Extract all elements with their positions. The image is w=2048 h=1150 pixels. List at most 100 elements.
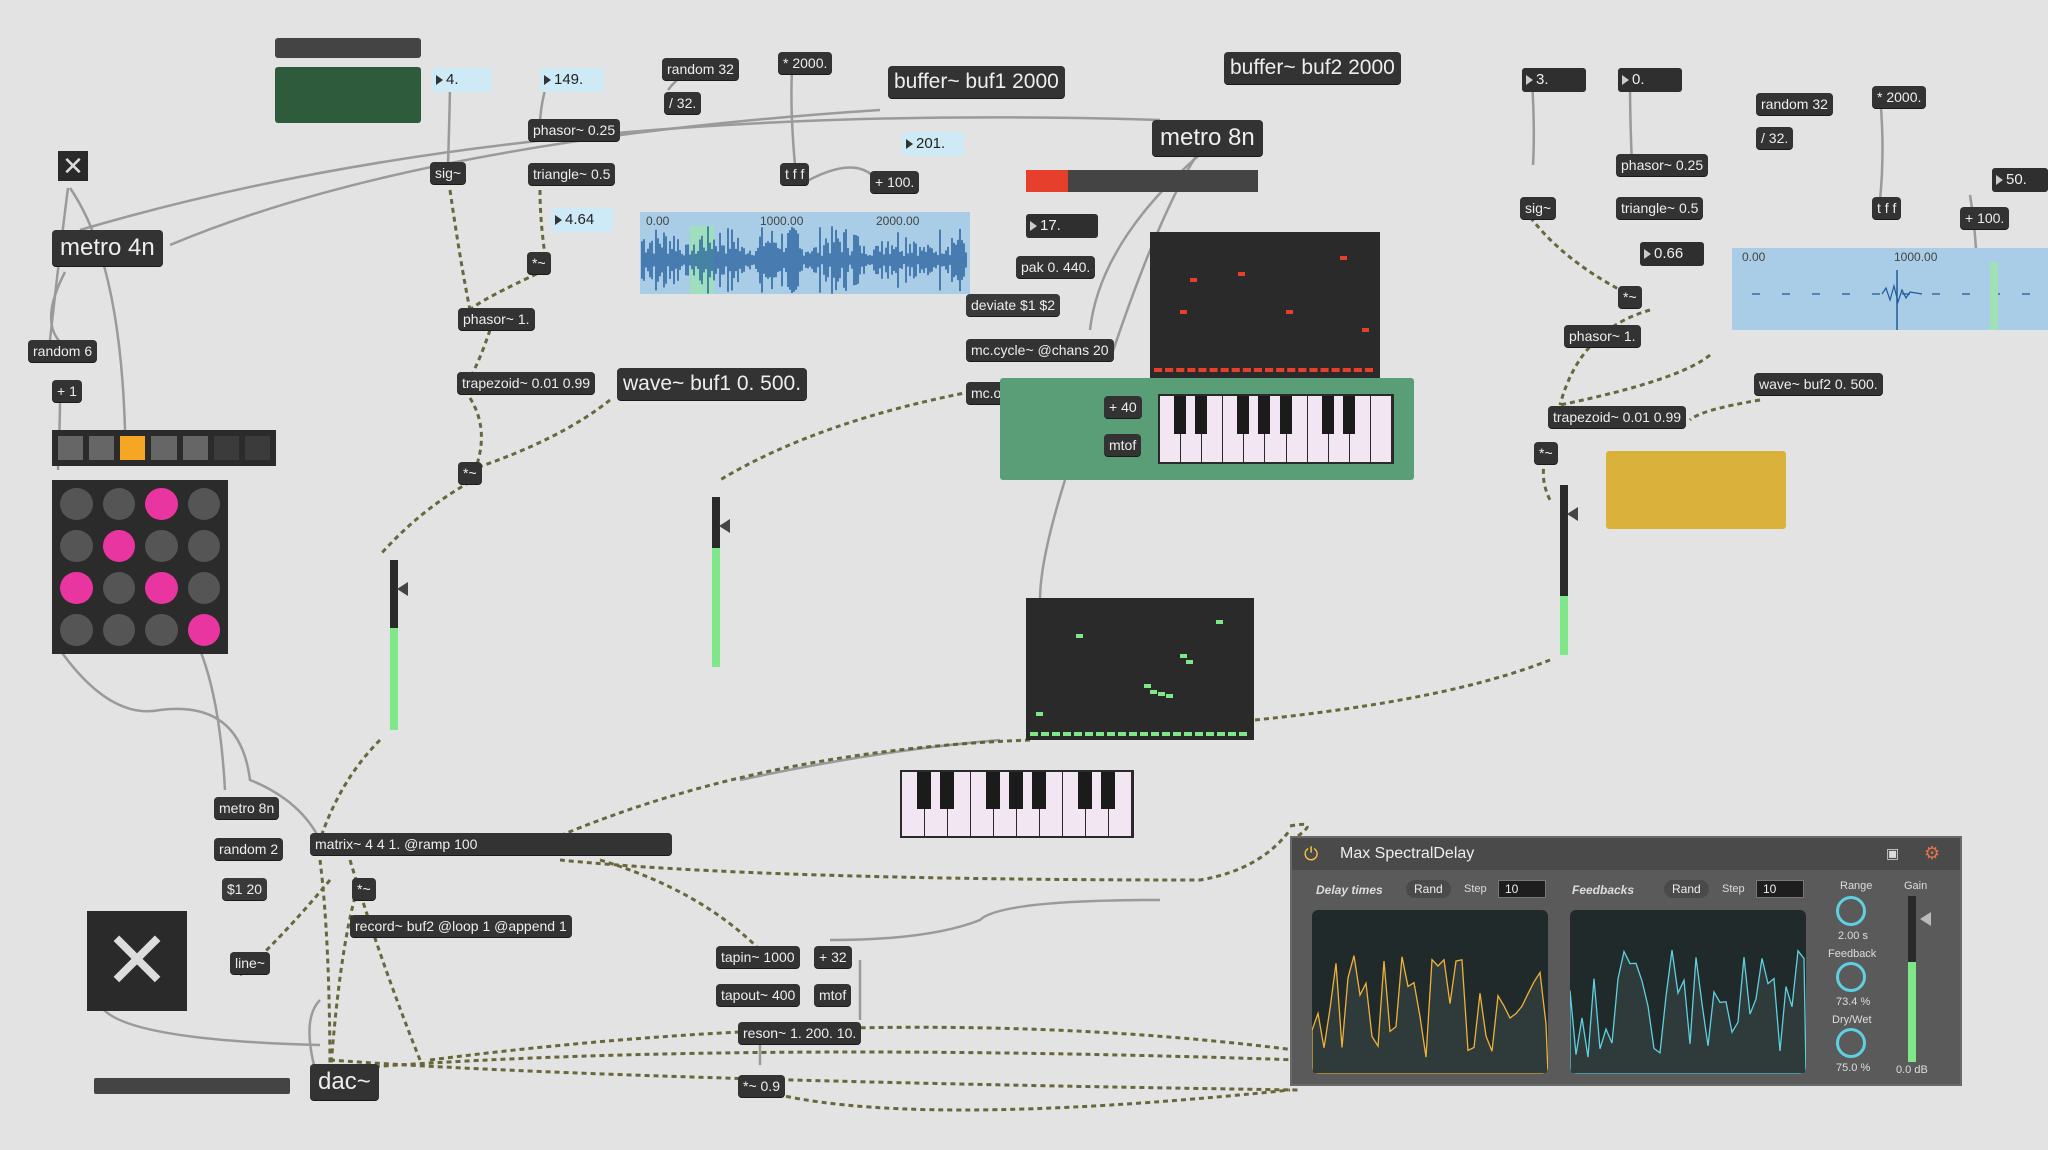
times-signal-left-b[interactable]: *~ [458, 462, 482, 484]
reson-object[interactable]: reson~ 1. 200. 10. [738, 1022, 862, 1044]
matrix-cell[interactable] [60, 572, 93, 604]
buffer-buf1-object[interactable]: buffer~ buf1 2000 [888, 66, 1065, 98]
triangle-05-left[interactable]: triangle~ 0.5 [528, 163, 616, 185]
piano-black-key[interactable] [986, 772, 1000, 810]
gain-meter-left[interactable] [390, 560, 408, 730]
t-f-f-right[interactable]: t f f [1872, 197, 1902, 219]
settings-icon[interactable]: ⚙ [1924, 843, 1940, 864]
piano-black-key[interactable] [1237, 396, 1250, 435]
number-box-0[interactable]: 0. [1618, 68, 1682, 92]
number-box-201[interactable]: 201. [902, 132, 964, 156]
number-box-17[interactable]: 17. [1026, 214, 1098, 238]
horizontal-slider[interactable] [94, 1078, 290, 1094]
mc-cycle-object[interactable]: mc.cycle~ @chans 20 [966, 339, 1114, 361]
matrix-cell[interactable] [60, 614, 93, 646]
gain-meter-handle[interactable] [1920, 912, 1931, 926]
random-2-object[interactable]: random 2 [214, 838, 284, 860]
waveform-display-buf1[interactable]: 0.00 1000.00 2000.00 [640, 212, 970, 294]
feedback-dial[interactable] [1836, 962, 1866, 992]
waveform-display-buf2[interactable]: 0.00 1000.00 [1732, 248, 2048, 330]
gain-meter-right[interactable] [1560, 485, 1578, 655]
matrix-cell[interactable] [187, 614, 220, 646]
multiply-2000-left[interactable]: * 2000. [778, 52, 833, 74]
step-cell[interactable] [182, 436, 208, 460]
kslider-top[interactable] [1158, 394, 1394, 464]
big-toggle-box[interactable]: ✕ [87, 911, 187, 1011]
piano-white-key[interactable] [902, 772, 931, 836]
piano-black-key[interactable] [1009, 772, 1023, 810]
piano-black-key[interactable] [1078, 772, 1092, 810]
random-6-object[interactable]: random 6 [28, 340, 98, 362]
number-box-149[interactable]: 149. [540, 68, 604, 92]
matrix-cell[interactable] [145, 530, 178, 562]
line-object[interactable]: line~ [230, 952, 270, 974]
sig-object-left[interactable]: sig~ [430, 162, 467, 184]
kslider-bottom[interactable] [900, 770, 1134, 838]
divide-32-left[interactable]: / 32. [664, 92, 702, 114]
matrix-cell[interactable] [102, 530, 135, 562]
matrix-cell[interactable] [102, 572, 135, 604]
matrix-cell[interactable] [187, 488, 220, 520]
piano-black-key[interactable] [1321, 396, 1334, 435]
tapin-object[interactable]: tapin~ 1000 [716, 946, 800, 968]
phasor-1-left[interactable]: phasor~ 1. [458, 308, 535, 330]
piano-black-key[interactable] [1279, 396, 1292, 435]
range-dial[interactable] [1836, 896, 1866, 926]
triangle-05-right[interactable]: triangle~ 0.5 [1616, 197, 1704, 219]
piano-black-key[interactable] [1342, 396, 1355, 435]
matrix-cell[interactable] [187, 572, 220, 604]
metro-8n-top-object[interactable]: metro 8n [1152, 120, 1263, 156]
number-box-50[interactable]: 50. [1992, 168, 2048, 192]
piano-white-key[interactable] [1160, 396, 1187, 462]
plus-100-left[interactable]: + 100. [870, 171, 920, 193]
rand-delay-button[interactable]: Rand [1406, 880, 1451, 898]
matrix-cell[interactable] [102, 488, 135, 520]
piano-white-key[interactable] [1307, 396, 1334, 462]
feedbacks-spectrum[interactable] [1570, 910, 1806, 1074]
multislider-red[interactable] [1026, 170, 1258, 192]
piano-black-key[interactable] [1032, 772, 1046, 810]
mtof-top-object[interactable]: mtof [1104, 434, 1142, 456]
number-box-0-66[interactable]: 0.66 [1640, 242, 1704, 266]
matrix-cell[interactable] [60, 488, 93, 520]
toggle-box[interactable]: ✕ [58, 151, 88, 181]
rand-feedback-button[interactable]: Rand [1664, 880, 1709, 898]
gain-meter-center[interactable] [712, 497, 730, 667]
number-box-4-64[interactable]: 4.64 [551, 208, 613, 232]
piano-black-key[interactable] [1101, 772, 1115, 810]
step-cell[interactable] [151, 436, 177, 460]
matrix-object[interactable]: matrix~ 4 4 1. @ramp 100 [310, 833, 672, 855]
matrix-cell[interactable] [145, 572, 178, 604]
sig-object-right[interactable]: sig~ [1520, 197, 1557, 219]
tapout-object[interactable]: tapout~ 400 [716, 984, 801, 1006]
gain-meter-handle[interactable] [397, 582, 408, 596]
trapezoid-right[interactable]: trapezoid~ 0.01 0.99 [1548, 406, 1687, 428]
piano-black-key[interactable] [1195, 396, 1208, 435]
times-signal-right-a[interactable]: *~ [1618, 286, 1642, 308]
trapezoid-left[interactable]: trapezoid~ 0.01 0.99 [457, 372, 596, 394]
multislider-red-dots[interactable] [1150, 232, 1380, 378]
step-feedback-field[interactable]: 10 [1756, 880, 1804, 898]
drywet-dial[interactable] [1836, 1028, 1866, 1058]
t-f-f-left[interactable]: t f f [780, 163, 810, 185]
buffer-buf2-object[interactable]: buffer~ buf2 2000 [1224, 52, 1401, 84]
metro-8n-bottom-object[interactable]: metro 8n [214, 797, 280, 819]
plus-32-object[interactable]: + 32 [814, 946, 852, 968]
piano-black-key[interactable] [1174, 396, 1187, 435]
matrix-grid[interactable] [52, 480, 228, 654]
power-icon[interactable]: ⏻ [1304, 844, 1318, 865]
deviate-message[interactable]: deviate $1 $2 [966, 294, 1061, 316]
piano-white-key[interactable] [1063, 772, 1092, 836]
dac-object[interactable]: dac~ [310, 1064, 379, 1100]
piano-black-key[interactable] [940, 772, 954, 810]
max-patcher-canvas[interactable]: ✕ metro 4n random 6 + 1 metro 8n random … [0, 0, 2048, 1150]
piano-white-key[interactable] [1370, 396, 1393, 462]
message-dollar-one-20[interactable]: $1 20 [222, 878, 268, 900]
multislider-green-dots[interactable] [1026, 598, 1254, 740]
matrix-cell[interactable] [60, 530, 93, 562]
delay-times-spectrum[interactable] [1312, 910, 1548, 1074]
phasor-1-right[interactable]: phasor~ 1. [1564, 325, 1641, 347]
step-delay-field[interactable]: 10 [1498, 880, 1546, 898]
times-signal-right-b[interactable]: *~ [1534, 442, 1558, 464]
metro-4n-object[interactable]: metro 4n [52, 230, 163, 266]
